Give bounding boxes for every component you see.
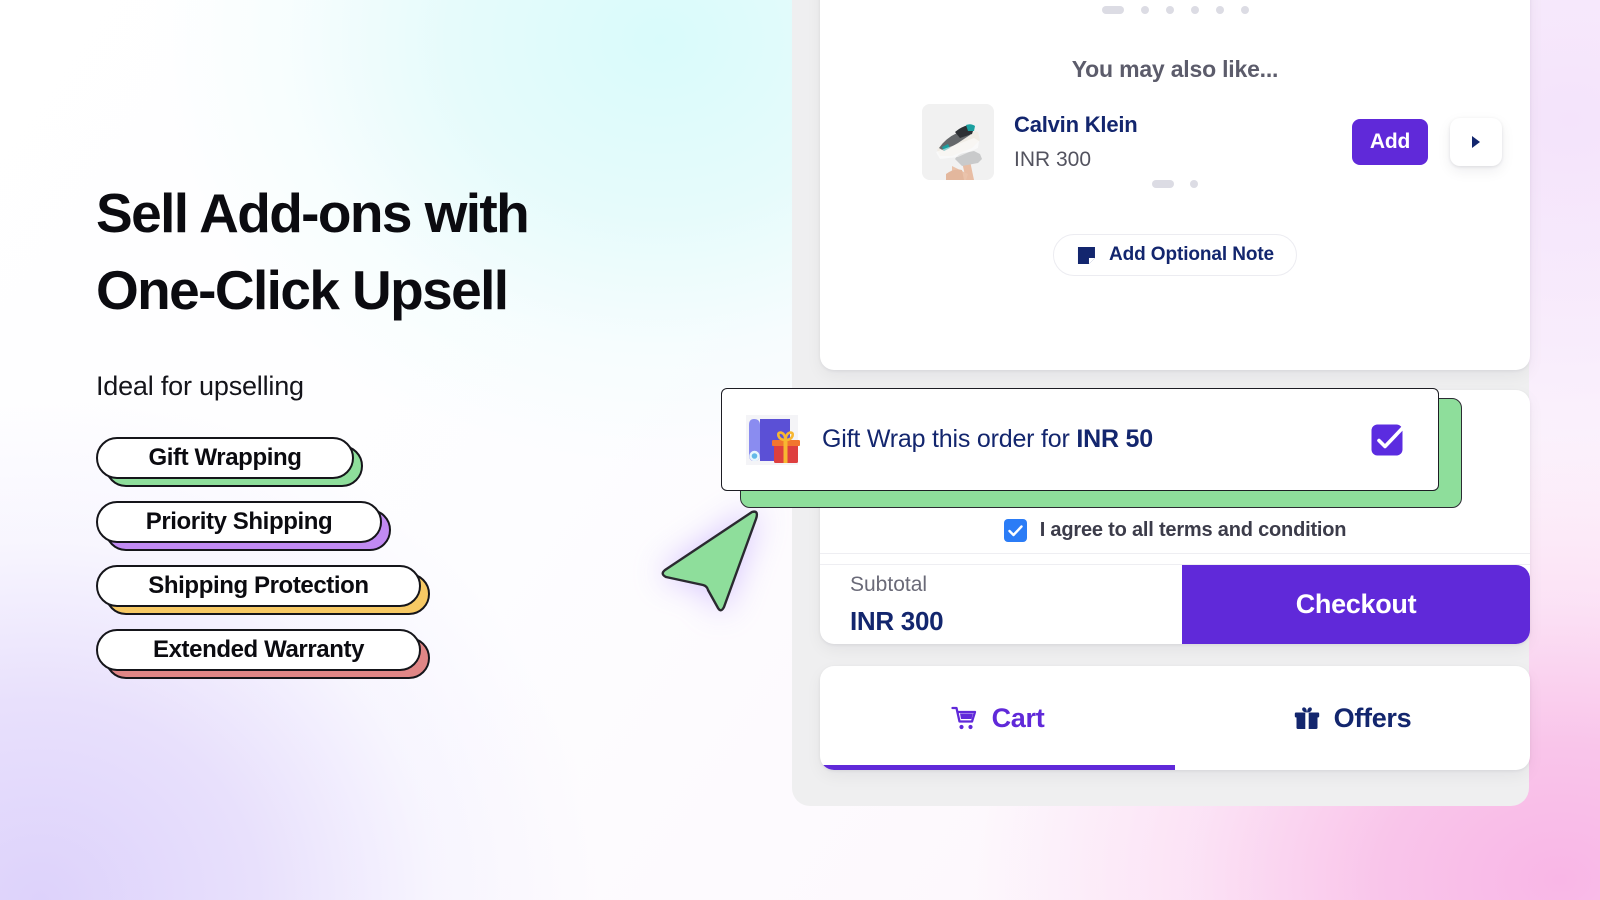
carousel-dot[interactable] xyxy=(1240,6,1249,14)
sneaker-product-image xyxy=(922,104,994,180)
summary-row: Subtotal INR 300 Checkout xyxy=(820,565,1530,644)
chevron-right-icon xyxy=(1472,136,1480,148)
addon-pill-label: Priority Shipping xyxy=(96,501,382,543)
carousel-dot[interactable] xyxy=(1190,6,1199,14)
addon-pill-priority-shipping[interactable]: Priority Shipping xyxy=(96,501,716,551)
subtotal-block: Subtotal INR 300 xyxy=(820,565,1182,644)
bottom-tab-bar: Cart Offers xyxy=(820,666,1530,770)
subtotal-label: Subtotal xyxy=(850,572,928,596)
add-optional-note-button[interactable]: Add Optional Note xyxy=(1052,234,1298,276)
shopping-cart-icon xyxy=(950,706,976,729)
giftwrap-text-prefix: Gift Wrap this order for xyxy=(822,425,1077,453)
addon-pill-list: Gift Wrapping Priority Shipping Shipping… xyxy=(96,437,716,679)
recommendation-card: You may also like... Calvin Klein INR 30… xyxy=(820,0,1530,370)
carousel-next-button[interactable] xyxy=(1450,118,1502,166)
page-root: Sell Add-ons with One-Click Upsell Ideal… xyxy=(0,0,1600,900)
carousel-dot[interactable] xyxy=(1140,6,1149,14)
carousel-dot[interactable] xyxy=(1190,180,1198,188)
gift-wrap-icon xyxy=(746,414,800,465)
terms-row: I agree to all terms and condition xyxy=(820,508,1530,554)
tab-cart[interactable]: Cart xyxy=(820,666,1175,770)
recommended-product-row: Calvin Klein INR 300 Add xyxy=(922,103,1502,181)
giftwrap-label: Gift Wrap this order for INR 50 xyxy=(822,425,1370,454)
tab-offers-label: Offers xyxy=(1333,702,1412,733)
addon-pill-label: Shipping Protection xyxy=(96,565,421,607)
giftwrap-checkbox[interactable] xyxy=(1370,422,1406,458)
headline-line-1: Sell Add-ons with xyxy=(96,182,530,244)
addon-pill-shipping-protection[interactable]: Shipping Protection xyxy=(96,565,716,615)
hero-subtitle: Ideal for upselling xyxy=(96,371,304,401)
giftwrap-upsell-row[interactable]: Gift Wrap this order for INR 50 xyxy=(721,388,1439,491)
carousel-dot-active[interactable] xyxy=(1101,6,1124,14)
addon-pill-label: Extended Warranty xyxy=(96,629,421,671)
product-price: INR 300 xyxy=(1014,148,1092,171)
addon-pill-label: Gift Wrapping xyxy=(96,437,354,479)
carousel-dot[interactable] xyxy=(1165,6,1174,14)
tab-offers[interactable]: Offers xyxy=(1175,666,1530,770)
recommendation-heading: You may also like... xyxy=(1071,56,1279,82)
headline-line-2: One-Click Upsell xyxy=(96,259,509,321)
product-thumbnail[interactable] xyxy=(922,104,994,180)
terms-checkbox[interactable] xyxy=(1003,519,1027,542)
giftwrap-price: INR 50 xyxy=(1076,425,1153,453)
check-icon xyxy=(1008,524,1023,536)
carousel-dots-top[interactable] xyxy=(820,6,1530,14)
add-optional-note-label: Add Optional Note xyxy=(1108,244,1275,265)
addon-pill-extended-warranty[interactable]: Extended Warranty xyxy=(96,629,716,679)
page-title: Sell Add-ons with One-Click Upsell xyxy=(96,175,716,329)
carousel-dots-product[interactable] xyxy=(820,180,1530,188)
product-info: Calvin Klein INR 300 xyxy=(1014,112,1352,172)
checkout-button[interactable]: Checkout xyxy=(1182,565,1530,644)
note-icon xyxy=(1077,246,1095,264)
product-name: Calvin Klein xyxy=(1014,112,1138,137)
cursor-arrow-icon xyxy=(661,510,759,612)
hero-section: Sell Add-ons with One-Click Upsell Ideal… xyxy=(96,175,716,693)
addon-pill-gift-wrapping[interactable]: Gift Wrapping xyxy=(96,437,716,487)
subtotal-value: INR 300 xyxy=(850,605,944,636)
gift-icon xyxy=(1294,706,1319,729)
add-product-button[interactable]: Add xyxy=(1352,119,1428,165)
carousel-dot[interactable] xyxy=(1215,6,1224,14)
terms-label: I agree to all terms and condition xyxy=(1039,519,1347,541)
tab-cart-label: Cart xyxy=(991,702,1045,733)
carousel-dot-active[interactable] xyxy=(1152,180,1174,188)
